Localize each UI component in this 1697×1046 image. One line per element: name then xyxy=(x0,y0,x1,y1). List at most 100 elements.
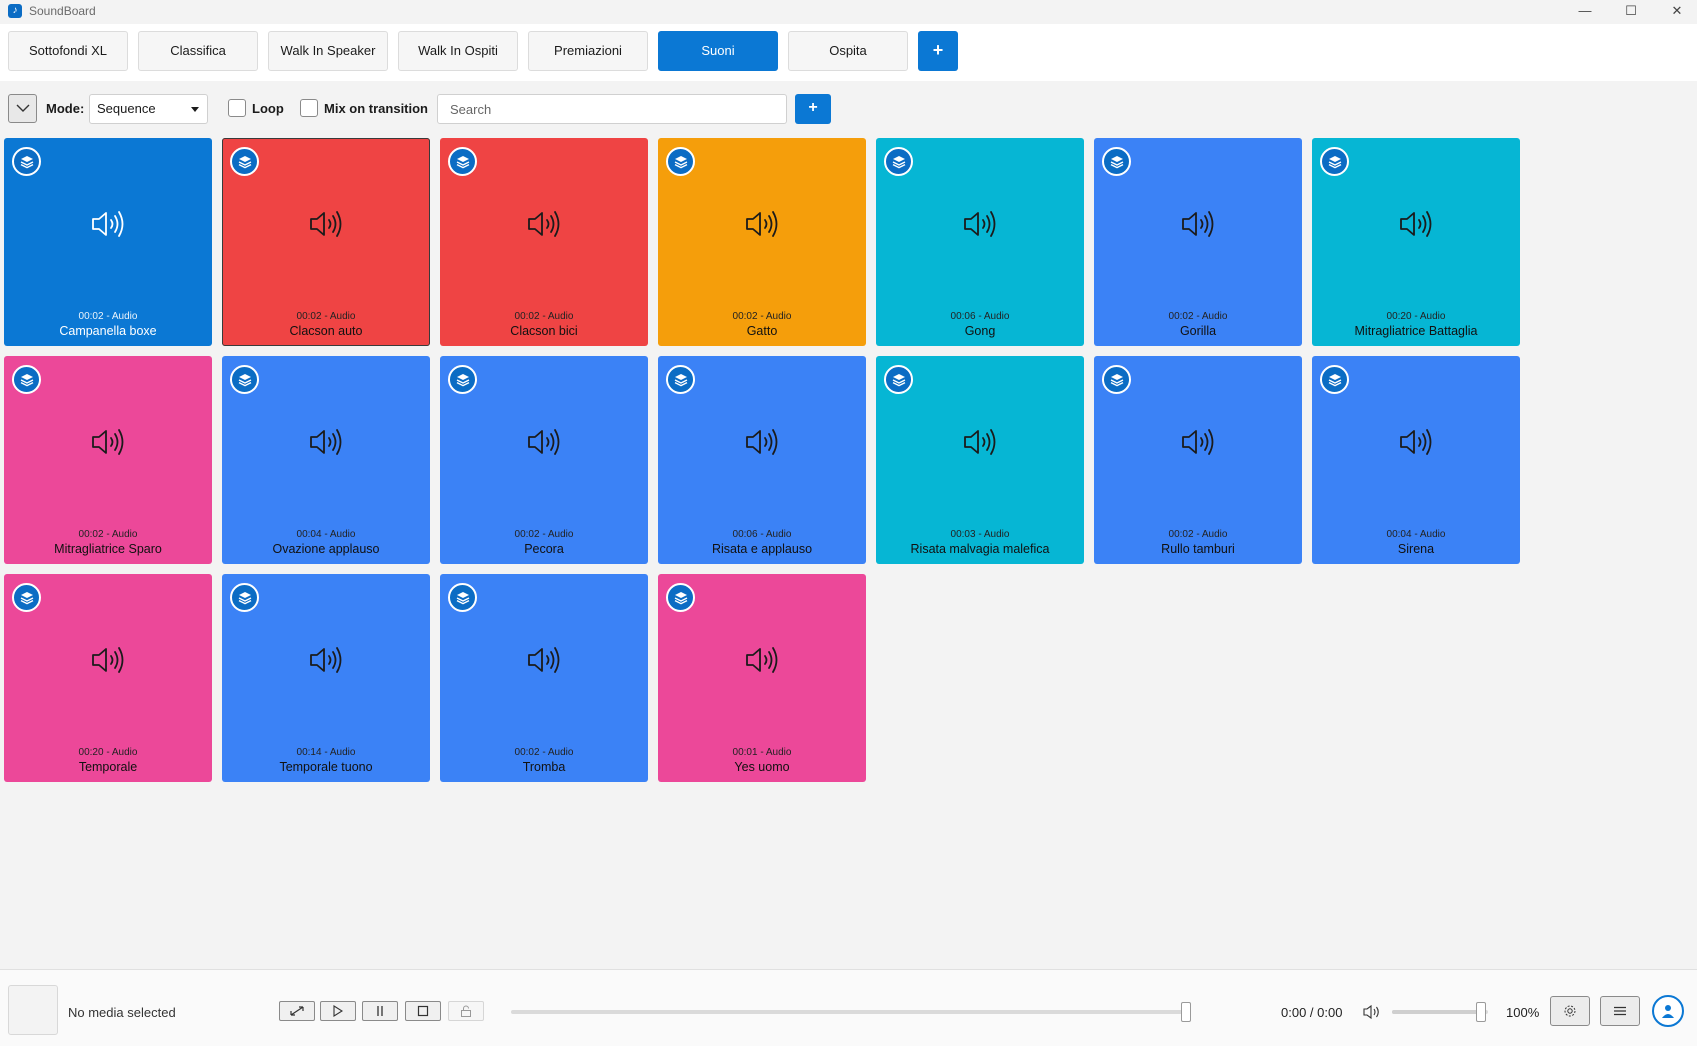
sound-tile[interactable]: 00:02 - Audio Campanella boxe xyxy=(4,138,212,346)
pause-icon xyxy=(377,1006,383,1016)
tab-ospita[interactable]: Ospita xyxy=(788,31,908,71)
sound-tile[interactable]: 00:02 - Audio Tromba xyxy=(440,574,648,782)
layers-icon[interactable] xyxy=(1320,147,1349,176)
volume-track[interactable] xyxy=(1392,1010,1488,1014)
sound-name: Rullo tamburi xyxy=(1161,542,1235,556)
collapse-button[interactable] xyxy=(8,94,37,123)
sound-meta: 00:04 - Audio xyxy=(296,529,356,540)
layers-icon[interactable] xyxy=(666,365,695,394)
sound-name: Clacson auto xyxy=(289,324,363,338)
sound-tile[interactable]: 00:06 - Audio Gong xyxy=(876,138,1084,346)
sound-tile[interactable]: 00:04 - Audio Ovazione applauso xyxy=(222,356,430,564)
sound-name: Sirena xyxy=(1397,542,1435,556)
speaker-icon xyxy=(92,211,124,237)
speaker-icon xyxy=(964,429,996,455)
loop-checkbox[interactable] xyxy=(228,99,246,117)
layers-icon[interactable] xyxy=(1320,365,1349,394)
lock-icon xyxy=(461,1005,471,1017)
sound-tile[interactable]: 00:20 - Audio Mitragliatrice Battaglia xyxy=(1312,138,1520,346)
sound-name: Risata e applauso xyxy=(711,542,813,556)
layers-icon[interactable] xyxy=(230,147,259,176)
seek-thumb[interactable] xyxy=(1181,1002,1191,1022)
sound-tile[interactable]: 00:14 - Audio Temporale tuono xyxy=(222,574,430,782)
speaker-icon xyxy=(1182,211,1214,237)
sound-meta: 00:20 - Audio xyxy=(78,747,138,758)
sound-name: Pecora xyxy=(524,542,564,556)
layers-icon[interactable] xyxy=(230,365,259,394)
layers-icon[interactable] xyxy=(884,365,913,394)
layers-icon[interactable] xyxy=(12,365,41,394)
sound-tile[interactable]: 00:02 - Audio Clacson auto xyxy=(222,138,430,346)
sound-name: Mitragliatrice Battaglia xyxy=(1354,324,1478,338)
gear-icon xyxy=(1564,1005,1576,1017)
lock-button[interactable] xyxy=(448,1001,484,1021)
speaker-icon xyxy=(1400,429,1432,455)
tab-sottofondi-xl[interactable]: Sottofondi XL xyxy=(8,31,128,71)
settings-button[interactable] xyxy=(1550,996,1590,1026)
seek-track[interactable] xyxy=(511,1010,1187,1014)
fullscreen-button[interactable] xyxy=(279,1001,315,1021)
pause-button[interactable] xyxy=(362,1001,398,1021)
layers-icon[interactable] xyxy=(448,147,477,176)
sound-tile[interactable]: 00:02 - Audio Gorilla xyxy=(1094,138,1302,346)
stop-icon xyxy=(417,1005,429,1017)
tab-suoni[interactable]: Suoni xyxy=(658,31,778,71)
sound-tile[interactable]: 00:02 - Audio Rullo tamburi xyxy=(1094,356,1302,564)
user-avatar-button[interactable] xyxy=(1652,995,1684,1027)
layers-icon[interactable] xyxy=(884,147,913,176)
layers-icon[interactable] xyxy=(448,583,477,612)
window-title: SoundBoard xyxy=(29,4,96,18)
stop-button[interactable] xyxy=(405,1001,441,1021)
speaker-icon xyxy=(746,647,778,673)
menu-button[interactable] xyxy=(1600,996,1640,1026)
layers-icon[interactable] xyxy=(12,147,41,176)
speaker-icon xyxy=(310,647,342,673)
minimize-icon[interactable]: — xyxy=(1562,0,1608,24)
sound-meta: 00:02 - Audio xyxy=(78,529,138,540)
tab-premiazioni[interactable]: Premiazioni xyxy=(528,31,648,71)
tab-classifica[interactable]: Classifica xyxy=(138,31,258,71)
sound-tile[interactable]: 00:06 - Audio Risata e applauso xyxy=(658,356,866,564)
sound-tile[interactable]: 00:03 - Audio Risata malvagia malefica xyxy=(876,356,1084,564)
sound-tile[interactable]: 00:01 - Audio Yes uomo xyxy=(658,574,866,782)
loop-label: Loop xyxy=(252,101,284,116)
sound-tile[interactable]: 00:02 - Audio Gatto xyxy=(658,138,866,346)
speaker-icon xyxy=(1400,211,1432,237)
sound-tile[interactable]: 00:20 - Audio Temporale xyxy=(4,574,212,782)
sound-meta: 00:14 - Audio xyxy=(296,747,356,758)
add-tab-button[interactable]: + xyxy=(918,31,958,71)
sound-name: Risata malvagia malefica xyxy=(910,542,1050,556)
dropdown-arrow-icon xyxy=(191,107,199,112)
layers-icon[interactable] xyxy=(12,583,41,612)
menu-icon xyxy=(1614,1006,1626,1016)
sound-tile[interactable]: 00:04 - Audio Sirena xyxy=(1312,356,1520,564)
sound-name: Clacson bici xyxy=(510,324,578,338)
sound-tile[interactable]: 00:02 - Audio Clacson bici xyxy=(440,138,648,346)
sound-meta: 00:03 - Audio xyxy=(950,529,1010,540)
layers-icon[interactable] xyxy=(1102,147,1131,176)
layers-icon[interactable] xyxy=(1102,365,1131,394)
maximize-icon[interactable]: ☐ xyxy=(1608,0,1654,24)
volume-icon[interactable] xyxy=(1362,1004,1382,1020)
play-button[interactable] xyxy=(320,1001,356,1021)
layers-icon[interactable] xyxy=(230,583,259,612)
layers-icon[interactable] xyxy=(448,365,477,394)
volume-fill xyxy=(1392,1010,1478,1014)
layers-icon[interactable] xyxy=(666,583,695,612)
media-thumbnail xyxy=(8,985,58,1035)
mix-on-transition-checkbox[interactable] xyxy=(300,99,318,117)
mode-select[interactable]: Sequence xyxy=(89,94,208,124)
volume-thumb[interactable] xyxy=(1476,1002,1486,1022)
search-input[interactable] xyxy=(437,94,787,124)
close-icon[interactable]: ✕ xyxy=(1654,0,1697,24)
sound-tile[interactable]: 00:02 - Audio Pecora xyxy=(440,356,648,564)
layers-icon[interactable] xyxy=(666,147,695,176)
tab-walk-in-ospiti[interactable]: Walk In Ospiti xyxy=(398,31,518,71)
sound-meta: 00:02 - Audio xyxy=(1168,529,1228,540)
app-icon: ♪ xyxy=(8,4,22,18)
sound-name: Gorilla xyxy=(1179,324,1217,338)
mode-label: Mode: xyxy=(46,101,85,116)
add-sound-button[interactable]: + xyxy=(795,94,831,124)
sound-tile[interactable]: 00:02 - Audio Mitragliatrice Sparo xyxy=(4,356,212,564)
tab-walk-in-speaker[interactable]: Walk In Speaker xyxy=(268,31,388,71)
